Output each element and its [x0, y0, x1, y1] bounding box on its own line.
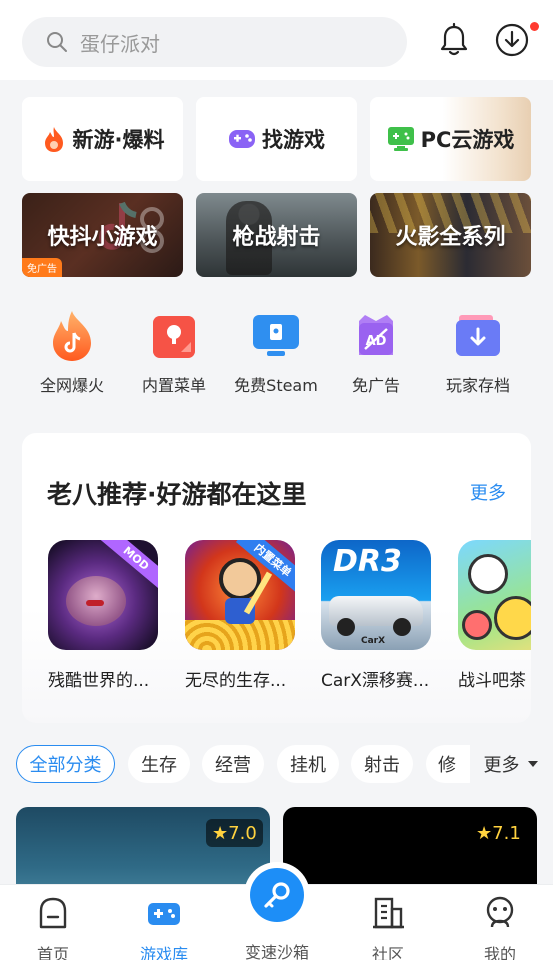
ad-free-tag: 免广告: [22, 258, 62, 277]
game-name: 无尽的生存...: [185, 671, 287, 691]
quick-link-steam[interactable]: 免费Steam: [226, 310, 326, 396]
quick-link-label: 全网爆火: [39, 376, 104, 395]
entry-card-label: 新游·爆料: [72, 128, 165, 152]
star-icon: ★: [212, 822, 229, 844]
entry-card-naruto[interactable]: 火影全系列: [370, 193, 531, 277]
game-item[interactable]: 战斗吧茶: [458, 540, 531, 691]
nav-item-me[interactable]: 我的: [460, 895, 540, 960]
carx-logo: CarX: [361, 636, 386, 646]
game-name: CarX漂移赛...: [321, 671, 430, 691]
entry-card-find-games[interactable]: 找游戏: [196, 97, 357, 181]
gamepad-icon: [148, 903, 180, 925]
nav-label: 变速沙箱: [244, 943, 309, 960]
star-icon: ★: [476, 822, 493, 844]
game-name: 残酷世界的...: [48, 671, 150, 691]
home-icon: [39, 897, 67, 929]
flame-icon: [53, 311, 91, 361]
profile-icon: [486, 896, 514, 928]
category-chip-all[interactable]: 全部分类: [16, 745, 115, 783]
entry-card-label: 快抖小游戏: [47, 225, 158, 250]
quick-link-label: 玩家存档: [445, 376, 510, 395]
quick-link-label: 免广告: [351, 376, 400, 395]
game-icon: DR3 CarX: [321, 540, 431, 650]
save-folder-icon: [456, 315, 500, 356]
nav-label: 首页: [36, 945, 69, 960]
category-more-button[interactable]: 更多: [470, 745, 553, 783]
search-icon: [47, 32, 67, 52]
game-icon: [458, 540, 531, 650]
entry-card-label: 找游戏: [262, 128, 325, 152]
nav-item-home[interactable]: 首页: [13, 895, 93, 960]
steam-monitor-icon: [253, 315, 299, 356]
nav-label: 游戏库: [139, 945, 188, 960]
monitor-gamepad-icon: [387, 127, 414, 151]
nav-label: 社区: [371, 945, 404, 960]
entry-card-new-games[interactable]: 新游·爆料: [22, 97, 183, 181]
category-chip[interactable]: 生存: [128, 745, 190, 783]
recommend-panel: 老八推荐·好游都在这里 更多 MOD 残酷世界的... 内置菜单 无尽的生存..…: [22, 433, 531, 723]
quick-link-label: 免费Steam: [234, 376, 318, 395]
entry-card-pc-cloud[interactable]: PC云游戏: [370, 97, 531, 181]
nav-item-community[interactable]: 社区: [348, 895, 428, 960]
rating-badge: ★ 7.1: [470, 819, 527, 847]
notification-dot: [530, 22, 539, 31]
key-icon: [264, 882, 290, 908]
top-bar: 蛋仔派对: [0, 0, 553, 80]
sandbox-center-button[interactable]: [244, 862, 310, 928]
game-item[interactable]: 内置菜单 无尽的生存...: [185, 540, 295, 691]
entry-card-shooter[interactable]: 枪战射击: [196, 193, 357, 277]
entry-card-label: 火影全系列: [395, 225, 506, 250]
search-bar[interactable]: 蛋仔派对: [22, 17, 407, 67]
quick-link-hot[interactable]: 全网爆火: [22, 310, 122, 396]
quick-link-label: 内置菜单: [141, 376, 206, 395]
bell-icon[interactable]: [436, 22, 472, 58]
download-icon[interactable]: [494, 22, 530, 58]
category-chip[interactable]: 经营: [202, 745, 264, 783]
entry-card-label: PC云游戏: [420, 128, 515, 152]
panel-title: 老八推荐·好游都在这里: [47, 480, 307, 509]
nav-item-sandbox[interactable]: 变速沙箱: [237, 927, 317, 960]
ad-block-icon: AD: [359, 315, 393, 355]
gamepad-icon: [229, 130, 255, 148]
game-icon: 内置菜单: [185, 540, 295, 650]
menu-card-icon: [153, 316, 195, 358]
quick-link-adfree[interactable]: AD 免广告: [326, 310, 426, 396]
rating-value: 7.1: [492, 822, 521, 844]
entry-card-quick-games[interactable]: 快抖小游戏 免广告: [22, 193, 183, 277]
fire-icon: [44, 127, 63, 152]
nav-item-game-library[interactable]: 游戏库: [124, 895, 204, 960]
rating-badge: ★ 7.0: [206, 819, 263, 847]
rating-value: 7.0: [228, 822, 257, 844]
game-name: 战斗吧茶: [458, 671, 526, 691]
building-icon: [373, 897, 404, 929]
game-item[interactable]: DR3 CarX CarX漂移赛...: [321, 540, 431, 691]
category-chip[interactable]: 射击: [351, 745, 413, 783]
quick-link-menu[interactable]: 内置菜单: [124, 310, 224, 396]
category-more-label: 更多: [483, 755, 520, 776]
dr3-logo: DR3: [333, 544, 402, 579]
game-item[interactable]: MOD 残酷世界的...: [48, 540, 158, 691]
entry-card-label: 枪战射击: [232, 225, 321, 250]
search-placeholder: 蛋仔派对: [80, 31, 160, 56]
game-icon: MOD: [48, 540, 158, 650]
quick-link-saves[interactable]: 玩家存档: [428, 310, 528, 396]
category-chip[interactable]: 挂机: [277, 745, 339, 783]
nav-label: 我的: [483, 945, 516, 960]
recommend-more-link[interactable]: 更多: [470, 479, 506, 505]
caret-down-icon: [527, 761, 538, 767]
